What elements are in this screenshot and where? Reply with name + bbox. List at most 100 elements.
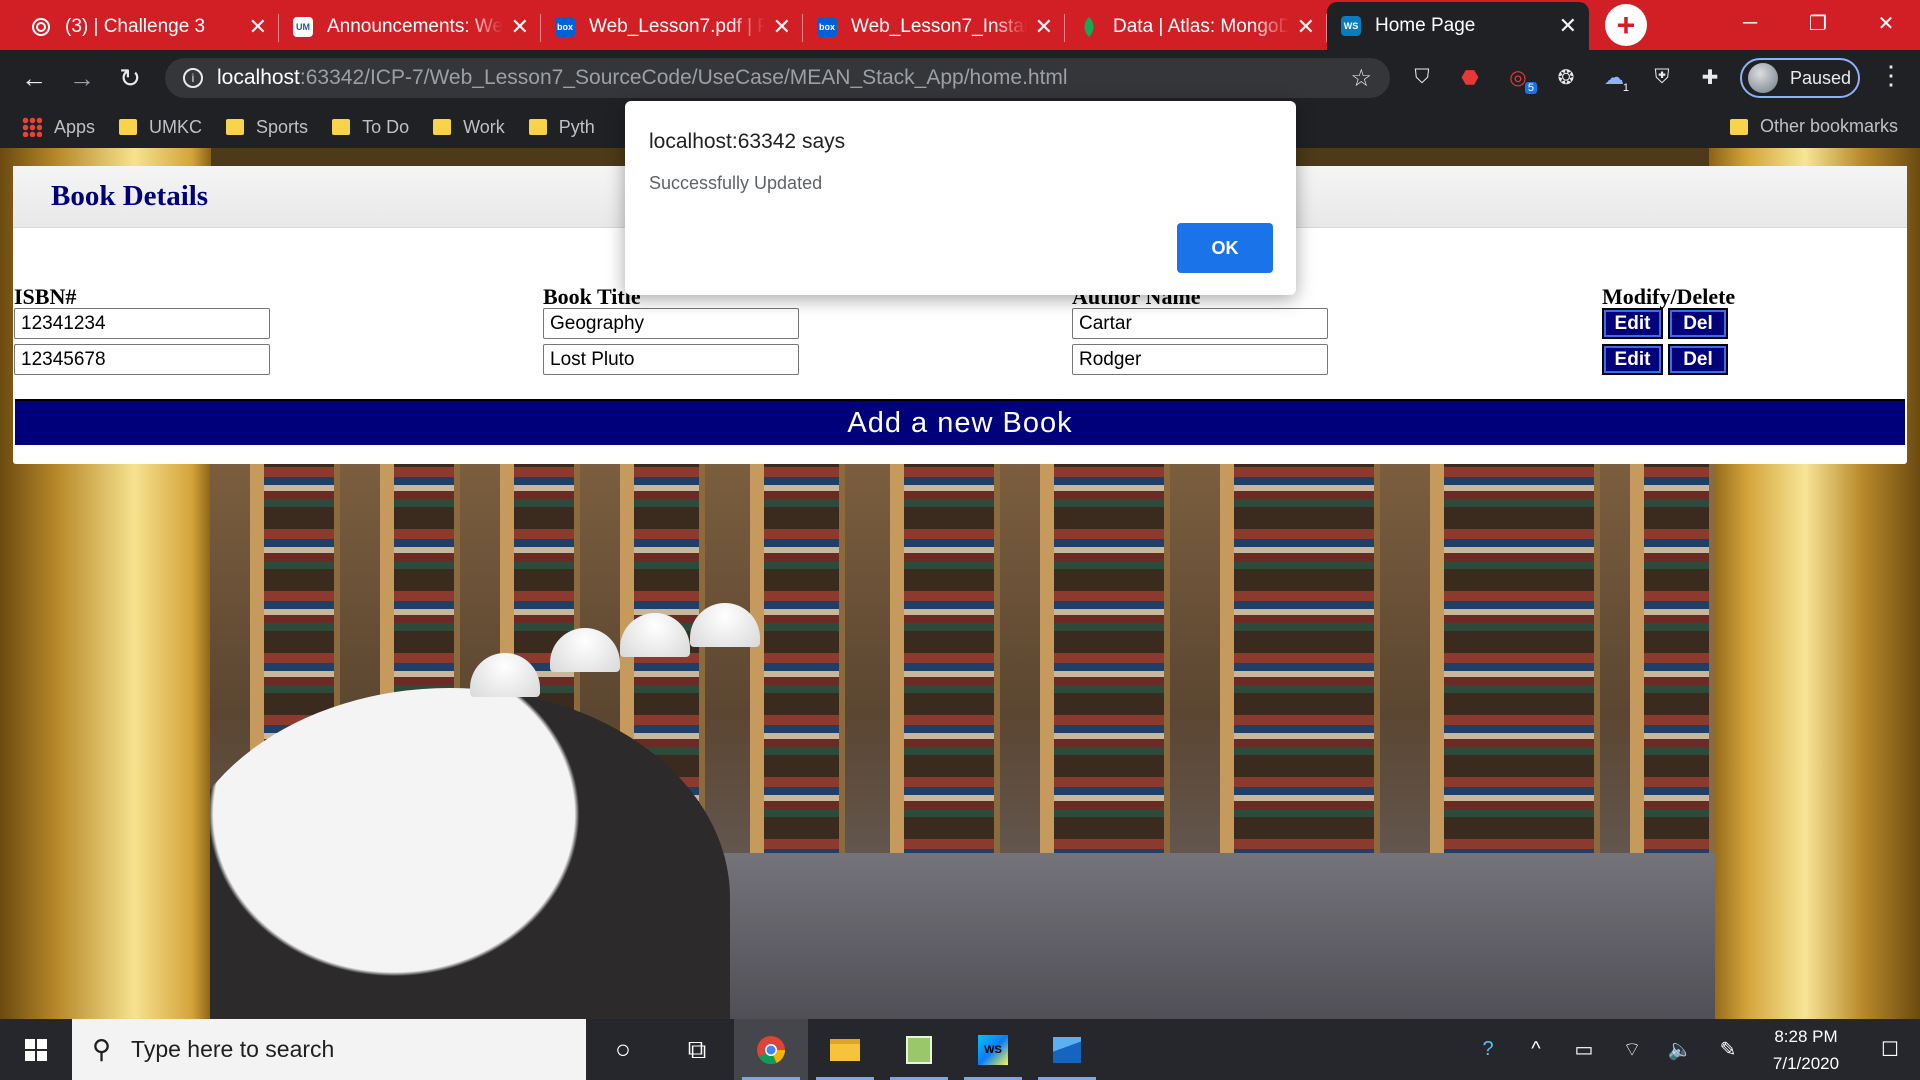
- more-menu-icon[interactable]: ⋮: [1878, 60, 1904, 91]
- isbn-field[interactable]: 12345678: [14, 344, 270, 375]
- title-field[interactable]: Geography: [543, 308, 799, 339]
- cortana-icon[interactable]: ○: [586, 1019, 660, 1080]
- tab-lesson-install[interactable]: box Web_Lesson7_Installation ✕: [803, 4, 1065, 50]
- extension-icons: ⛉ ⬣ ◎ 5 ❂ ☁ 1 ⛨ ✚: [1405, 60, 1727, 94]
- canvas-icon: UM: [293, 17, 313, 37]
- pen-icon[interactable]: ✎: [1704, 1037, 1752, 1062]
- webstorm-icon[interactable]: WS: [956, 1019, 1030, 1080]
- taskbar-search[interactable]: ⚲ Type here to search: [72, 1019, 586, 1080]
- window-controls: ─ ❐ ✕: [1716, 0, 1920, 46]
- avatar: [1748, 63, 1778, 93]
- author-field[interactable]: Cartar: [1072, 308, 1328, 339]
- minimize-icon[interactable]: ─: [1716, 0, 1784, 46]
- cookie-extension-icon[interactable]: ❂: [1549, 60, 1583, 94]
- edit-button[interactable]: Edit: [1602, 308, 1663, 339]
- webstorm-icon: WS: [1341, 16, 1361, 36]
- ok-button[interactable]: OK: [1177, 223, 1273, 273]
- tab-challenge[interactable]: (3) | Challenge 3 ✕: [17, 4, 279, 50]
- bookmark-todo[interactable]: To Do: [332, 117, 409, 138]
- windows-logo-icon: [25, 1038, 47, 1061]
- bookmark-label: UMKC: [149, 116, 203, 137]
- restore-icon[interactable]: ❐: [1784, 0, 1852, 46]
- dialog-message: Successfully Updated: [649, 173, 823, 193]
- chevron-up-icon[interactable]: ^: [1512, 1038, 1560, 1061]
- forward-icon[interactable]: →: [58, 63, 106, 94]
- bookmark-label: Apps: [54, 116, 96, 137]
- browser-tab-strip: (3) | Challenge 3 ✕ UM Announcements: We…: [0, 0, 1920, 50]
- close-tab-icon[interactable]: ✕: [1297, 14, 1315, 40]
- task-view-icon[interactable]: ⧉: [660, 1019, 734, 1080]
- apps-grid-icon: [22, 117, 42, 137]
- privacy-shield-icon[interactable]: ⛨: [1645, 60, 1679, 94]
- tab-title: Web_Lesson7.pdf | Powered by Box: [589, 16, 765, 37]
- shield-extension-icon[interactable]: ⛉: [1405, 60, 1439, 94]
- photos-icon[interactable]: [1030, 1019, 1104, 1080]
- other-bookmarks[interactable]: Other bookmarks: [1729, 116, 1898, 137]
- file-explorer-icon[interactable]: [808, 1019, 882, 1080]
- info-icon[interactable]: i: [183, 68, 203, 88]
- new-tab-button[interactable]: +: [1605, 4, 1647, 46]
- bookmark-python[interactable]: Pyth: [528, 117, 595, 138]
- cloud-extension-icon[interactable]: ☁ 1: [1597, 60, 1631, 95]
- leaf-icon: [1079, 17, 1099, 37]
- clock[interactable]: 8:28 PM 7/1/2020: [1752, 1023, 1860, 1077]
- notifications-icon[interactable]: ☐: [1860, 1037, 1920, 1062]
- author-field[interactable]: Rodger: [1072, 344, 1328, 375]
- help-icon[interactable]: ?: [1464, 1038, 1512, 1061]
- box-icon: box: [555, 17, 575, 37]
- column-header-actions: Modify/Delete: [1602, 284, 1736, 309]
- close-tab-icon[interactable]: ✕: [249, 14, 267, 40]
- tab-title: Announcements: Web: [327, 16, 503, 37]
- spiral-extension-icon[interactable]: ◎ 5: [1501, 60, 1537, 94]
- library-background-image: [210, 463, 1715, 1019]
- profile-button[interactable]: Paused: [1740, 58, 1860, 98]
- delete-button[interactable]: Del: [1668, 308, 1728, 339]
- tab-announcements[interactable]: UM Announcements: Web ✕: [279, 4, 541, 50]
- bookmark-work[interactable]: Work: [433, 117, 505, 138]
- tab-title: Data | Atlas: MongoDB: [1113, 16, 1289, 37]
- bookmark-label: Other bookmarks: [1759, 116, 1898, 136]
- close-tab-icon[interactable]: ✕: [773, 14, 791, 40]
- badge: 5: [1524, 82, 1537, 94]
- search-placeholder: Type here to search: [131, 1036, 335, 1062]
- alert-dialog: localhost:63342 says Successfully Update…: [625, 101, 1296, 295]
- title-field[interactable]: Lost Pluto: [543, 344, 799, 375]
- isbn-field[interactable]: 12341234: [14, 308, 270, 339]
- wifi-icon[interactable]: ⌔: [1608, 1037, 1656, 1062]
- tab-lesson-pdf[interactable]: box Web_Lesson7.pdf | Powered by Box ✕: [541, 4, 803, 50]
- start-button[interactable]: [0, 1019, 72, 1080]
- search-icon: ⚲: [92, 1034, 112, 1064]
- folder-icon: [1729, 118, 1748, 135]
- address-bar[interactable]: i localhost:63342/ICP-7/Web_Lesson7_Sour…: [165, 58, 1390, 98]
- url-host: localhost: [217, 66, 300, 89]
- battery-icon[interactable]: ▭: [1560, 1037, 1608, 1062]
- puzzle-extensions-icon[interactable]: ✚: [1693, 60, 1727, 94]
- edit-button[interactable]: Edit: [1602, 344, 1663, 375]
- volume-icon[interactable]: 🔈: [1656, 1037, 1704, 1062]
- notepad-icon[interactable]: [882, 1019, 956, 1080]
- bookmark-label: To Do: [362, 116, 410, 137]
- profile-status: Paused: [1790, 67, 1852, 88]
- close-window-icon[interactable]: ✕: [1852, 0, 1920, 46]
- tab-atlas[interactable]: Data | Atlas: MongoDB ✕: [1065, 4, 1327, 50]
- bookmark-sports[interactable]: Sports: [226, 117, 308, 138]
- back-icon[interactable]: ←: [10, 63, 58, 94]
- tab-home-page[interactable]: WS Home Page ✕: [1327, 2, 1589, 50]
- folder-icon: [119, 119, 138, 135]
- box-icon: box: [817, 17, 837, 37]
- delete-button[interactable]: Del: [1668, 344, 1728, 375]
- adblock-icon[interactable]: ⬣: [1453, 60, 1487, 94]
- close-tab-icon[interactable]: ✕: [1035, 14, 1053, 40]
- bookmark-umkc[interactable]: UMKC: [119, 117, 202, 138]
- tab-title: Home Page: [1375, 15, 1476, 36]
- chrome-icon[interactable]: [734, 1019, 808, 1080]
- reload-icon[interactable]: ↻: [106, 63, 154, 94]
- close-tab-icon[interactable]: ✕: [1559, 13, 1577, 39]
- bookmark-label: Sports: [256, 116, 309, 137]
- bookmark-star-icon[interactable]: ☆: [1350, 64, 1372, 93]
- close-tab-icon[interactable]: ✕: [511, 14, 529, 40]
- bookmark-apps[interactable]: Apps: [22, 117, 95, 138]
- page-title: Book Details: [51, 180, 209, 212]
- add-book-button[interactable]: Add a new Book: [15, 399, 1905, 445]
- browser-toolbar: ← → ↻ i localhost:63342/ICP-7/Web_Lesson…: [0, 50, 1920, 106]
